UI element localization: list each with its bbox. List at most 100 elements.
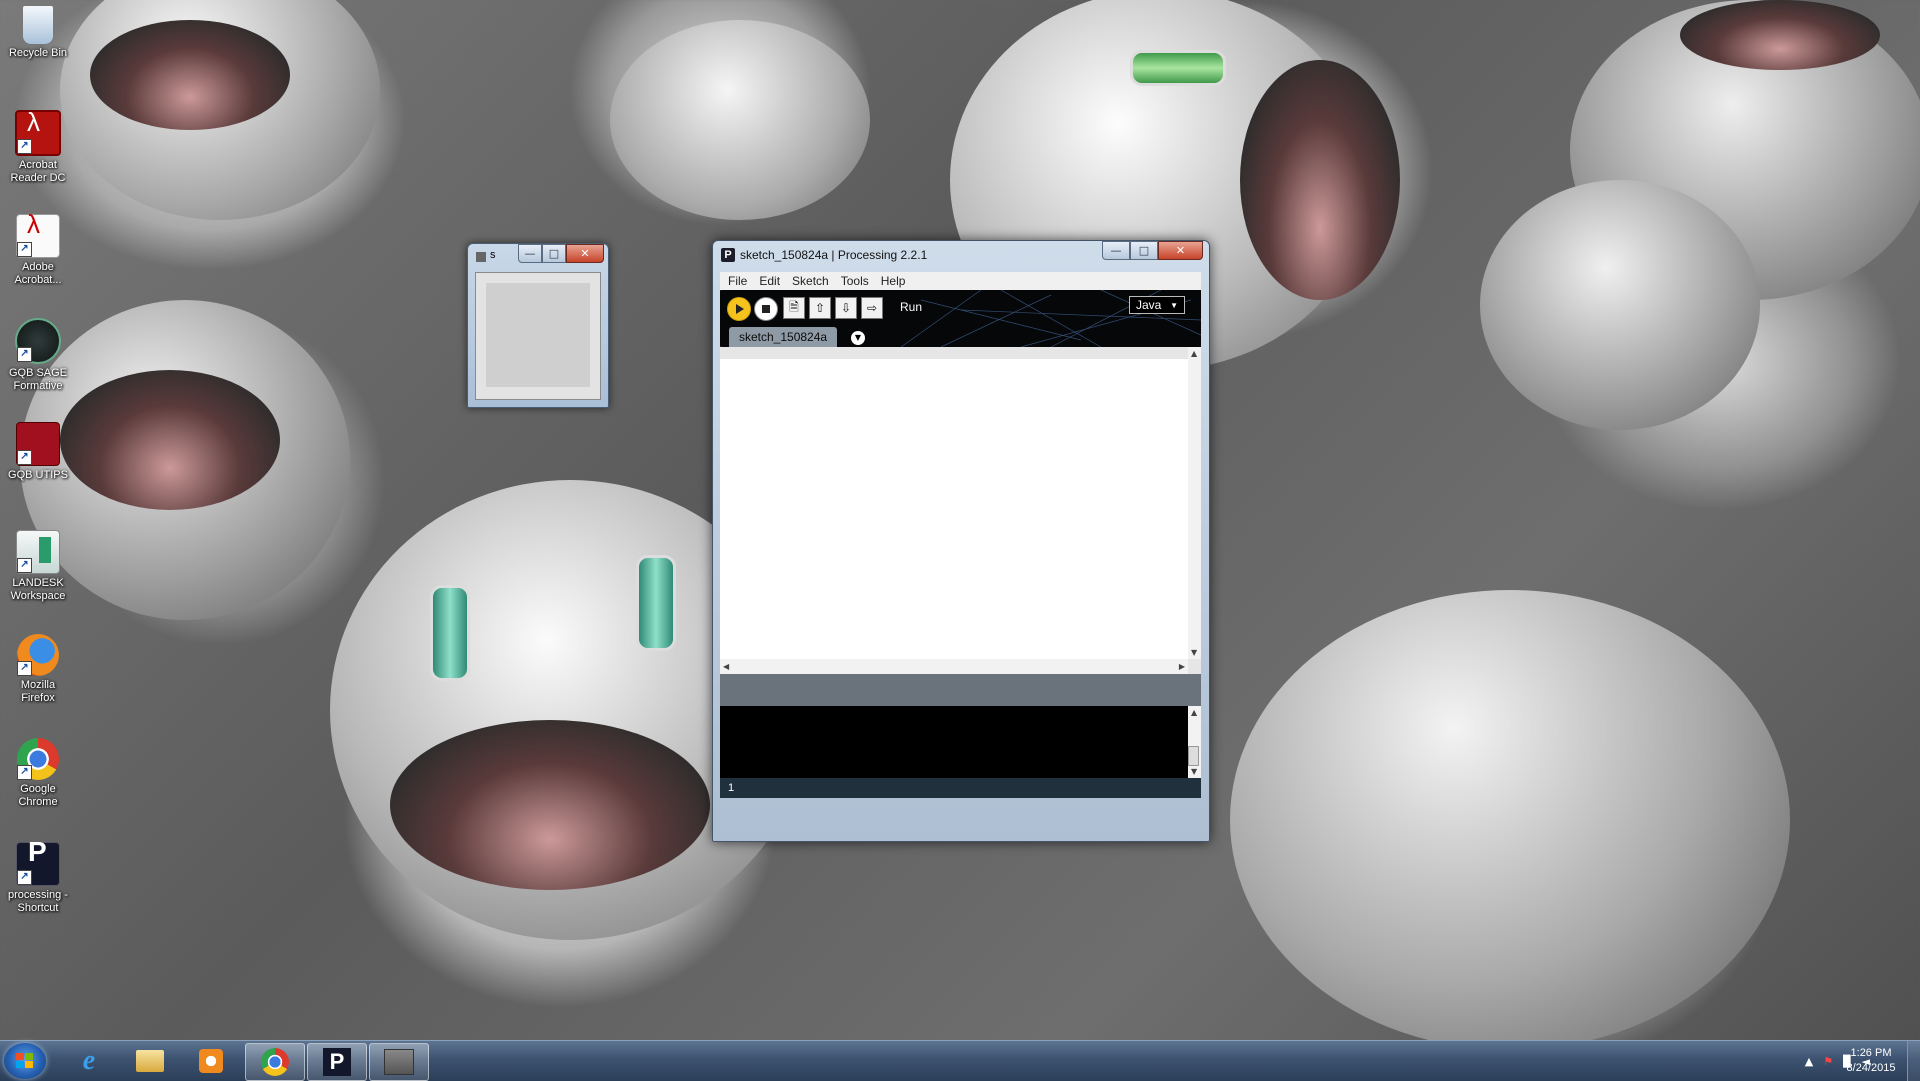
open-icon: ⇧ bbox=[814, 301, 826, 315]
processing-icon: P bbox=[323, 1048, 351, 1076]
menu-tools[interactable]: Tools bbox=[841, 274, 869, 288]
save-button[interactable]: ⇩ bbox=[835, 297, 857, 319]
editor-horizontal-scrollbar[interactable]: ◀ ▶ bbox=[720, 659, 1188, 674]
new-icon: 🗎 bbox=[789, 299, 799, 314]
processing-icon: P ↗ bbox=[16, 838, 60, 886]
desktop-icon-acrobat-reader[interactable]: λ ↗ Acrobat Reader DC bbox=[4, 109, 72, 185]
run-button[interactable] bbox=[727, 297, 751, 321]
taskbar-internet-explorer[interactable]: e bbox=[60, 1043, 118, 1079]
adobe-acrobat-icon: λ ↗ bbox=[16, 211, 60, 258]
firefox-icon: ↗ bbox=[17, 634, 59, 676]
file-explorer-icon bbox=[136, 1050, 164, 1072]
desktop-icon-recycle-bin[interactable]: Recycle Bin bbox=[4, 6, 72, 60]
gqb-utips-icon: ↗ bbox=[16, 422, 60, 466]
taskbar-chrome[interactable] bbox=[245, 1043, 305, 1081]
clock[interactable]: 1:26 PM 8/24/2015 bbox=[1836, 1046, 1906, 1076]
taskbar-processing[interactable]: P bbox=[307, 1043, 367, 1081]
run-icon bbox=[736, 304, 744, 314]
internet-explorer-icon: e bbox=[82, 1045, 96, 1076]
media-player-icon bbox=[199, 1049, 223, 1073]
window-icon bbox=[476, 252, 486, 262]
chrome-icon: ↗ bbox=[17, 738, 59, 780]
dropdown-arrow-icon: ▼ bbox=[1170, 300, 1178, 310]
acrobat-reader-icon: λ ↗ bbox=[15, 109, 61, 156]
close-button[interactable]: ✕ bbox=[1158, 241, 1203, 260]
processing-window[interactable]: P sketch_150824a | Processing 2.2.1 — □ … bbox=[712, 240, 1210, 842]
editor-text-area[interactable] bbox=[720, 359, 1188, 659]
menu-sketch[interactable]: Sketch bbox=[792, 274, 829, 288]
action-center-icon[interactable]: ⚑ bbox=[1823, 1055, 1833, 1068]
scroll-down-icon[interactable]: ▼ bbox=[1191, 648, 1197, 657]
menu-file[interactable]: File bbox=[728, 274, 747, 288]
desktop-icon-label: Recycle Bin bbox=[8, 47, 68, 59]
sketch-output-window[interactable]: s — □ ✕ bbox=[467, 243, 609, 408]
taskbar-java-window[interactable] bbox=[369, 1043, 429, 1081]
minimize-button[interactable]: — bbox=[518, 244, 542, 263]
tab-sketch[interactable]: sketch_150824a bbox=[729, 327, 838, 347]
desktop-icon-label: Acrobat Reader DC bbox=[10, 159, 66, 184]
taskbar-file-explorer[interactable] bbox=[121, 1043, 179, 1079]
gqb-sage-icon: ↗ bbox=[15, 318, 61, 364]
window-title: sketch_150824a | Processing 2.2.1 bbox=[740, 248, 928, 262]
tab-menu-icon[interactable]: ▼ bbox=[851, 331, 865, 345]
editor-vertical-scrollbar[interactable]: ▲ ▼ bbox=[1188, 347, 1201, 659]
sketch-canvas bbox=[475, 272, 601, 400]
desktop-icon-adobe-acrobat[interactable]: λ ↗ Adobe Acrobat... bbox=[4, 211, 72, 287]
run-label: Run bbox=[900, 300, 923, 314]
maximize-button[interactable]: □ bbox=[542, 244, 566, 263]
mode-label: Java bbox=[1136, 298, 1162, 312]
menu-edit[interactable]: Edit bbox=[759, 274, 780, 288]
desktop-icon-processing[interactable]: P ↗ processing - Shortcut bbox=[4, 838, 72, 915]
desktop-icon-label: Google Chrome bbox=[18, 783, 58, 808]
export-icon: ⇨ bbox=[866, 301, 878, 315]
new-button[interactable]: 🗎 bbox=[783, 297, 805, 319]
desktop-icon-chrome[interactable]: ↗ Google Chrome bbox=[4, 738, 72, 809]
processing-logo-icon: P bbox=[721, 248, 735, 262]
taskbar: e P ▲ ⚑ ▉ ◄ 1:26 PM 8/24/2015 bbox=[0, 1040, 1920, 1081]
show-desktop-button[interactable] bbox=[1907, 1041, 1920, 1081]
window-title: s bbox=[490, 249, 496, 261]
clock-time: 1:26 PM bbox=[1850, 1047, 1892, 1059]
open-button[interactable]: ⇧ bbox=[809, 297, 831, 319]
stop-button[interactable] bbox=[754, 297, 778, 321]
desktop-icon-label: Mozilla Firefox bbox=[20, 679, 56, 704]
show-hidden-icons-icon[interactable]: ▲ bbox=[1805, 1055, 1813, 1068]
taskbar-media-player[interactable] bbox=[182, 1043, 240, 1079]
chrome-icon bbox=[261, 1048, 289, 1076]
desktop-icon-label: GQB SAGE Formative bbox=[8, 367, 68, 392]
desktop-icon-gqb-utips[interactable]: ↗ GQB UTIPS bbox=[4, 422, 72, 482]
minimize-button[interactable]: — bbox=[1102, 241, 1130, 260]
desktop-icon-firefox[interactable]: ↗ Mozilla Firefox bbox=[4, 634, 72, 705]
desktop-icon-label: GQB UTIPS bbox=[8, 469, 68, 481]
desktop-icon-landesk[interactable]: ↗ LANDESK Workspace bbox=[4, 530, 72, 603]
menu-help[interactable]: Help bbox=[881, 274, 906, 288]
message-area bbox=[720, 674, 1201, 706]
recycle-bin-icon bbox=[23, 6, 53, 44]
clock-date: 8/24/2015 bbox=[1846, 1062, 1896, 1074]
line-number-indicator: 1 bbox=[720, 778, 1201, 798]
desktop-icon-label: LANDESK Workspace bbox=[10, 577, 66, 602]
mode-selector[interactable]: Java ▼ bbox=[1129, 296, 1185, 314]
sketch-canvas-area bbox=[486, 283, 590, 387]
scroll-down-icon[interactable]: ▼ bbox=[1191, 767, 1197, 776]
desktop-icon-gqb-sage[interactable]: ↗ GQB SAGE Formative bbox=[4, 318, 72, 393]
desktop-icon-label: Adobe Acrobat... bbox=[14, 261, 62, 286]
console-scrollbar[interactable]: ▲ ▼ bbox=[1188, 706, 1201, 778]
scroll-left-icon[interactable]: ◀ bbox=[723, 662, 729, 671]
save-icon: ⇩ bbox=[840, 301, 852, 315]
console[interactable]: ▲ ▼ bbox=[720, 706, 1201, 778]
windows-logo-icon bbox=[16, 1053, 33, 1068]
scroll-right-icon[interactable]: ▶ bbox=[1179, 662, 1185, 671]
export-button[interactable]: ⇨ bbox=[861, 297, 883, 319]
close-button[interactable]: ✕ bbox=[566, 244, 604, 263]
scroll-up-icon[interactable]: ▲ bbox=[1191, 708, 1197, 717]
maximize-button[interactable]: □ bbox=[1130, 241, 1158, 260]
scroll-up-icon[interactable]: ▲ bbox=[1191, 349, 1197, 358]
code-editor[interactable]: ▲ ▼ ◀ ▶ bbox=[720, 347, 1201, 674]
stop-icon bbox=[762, 305, 770, 313]
landesk-icon: ↗ bbox=[16, 530, 60, 574]
java-window-icon bbox=[384, 1049, 414, 1075]
toolbar: 🗎 ⇧ ⇩ ⇨ Run Java ▼ sketch_150824a ▼ bbox=[720, 290, 1201, 347]
scroll-thumb[interactable] bbox=[1188, 746, 1199, 766]
start-button[interactable] bbox=[4, 1043, 46, 1079]
